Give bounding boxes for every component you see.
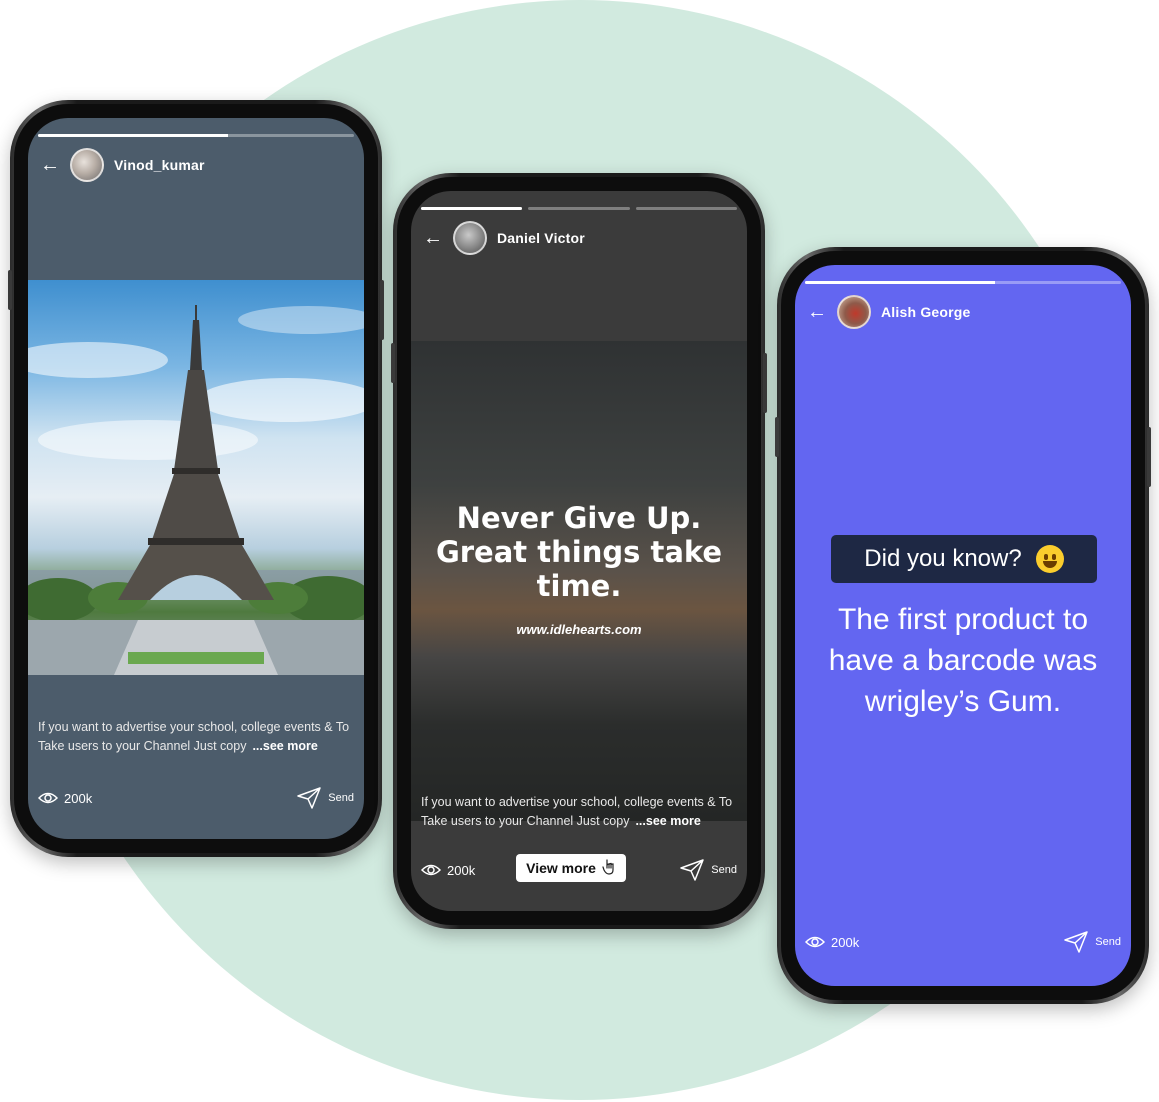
phone-story-2: ← Daniel Victor Never Give Up. Great thi… xyxy=(391,173,767,929)
story-footer: 200k Send xyxy=(805,930,1121,954)
did-you-know-badge: Did you know? xyxy=(831,535,1097,583)
eye-icon xyxy=(421,863,441,877)
story-progress-bar xyxy=(38,134,354,137)
views-label: 200k xyxy=(831,934,860,950)
avatar[interactable] xyxy=(837,295,871,329)
back-arrow-icon[interactable]: ← xyxy=(807,302,827,322)
story-header: ← Vinod_kumar xyxy=(40,148,205,182)
see-more-link[interactable]: ...see more xyxy=(635,814,700,828)
fact-text: The first product to have a barcode was … xyxy=(828,603,1098,718)
send-label: Send xyxy=(711,864,737,876)
progress-segment xyxy=(805,281,1121,284)
story-screen-1[interactable]: ← Vinod_kumar If you want to advertise y… xyxy=(28,118,364,839)
avatar[interactable] xyxy=(453,221,487,255)
views-label: 200k xyxy=(447,862,476,878)
story-footer: 200k Send xyxy=(38,786,354,810)
eye-icon xyxy=(805,935,825,949)
eiffel-tower-photo xyxy=(28,280,364,675)
view-more-label: View more xyxy=(526,860,596,876)
phone-story-1: ← Vinod_kumar If you want to advertise y… xyxy=(8,100,384,857)
eiffel-tower-illustration xyxy=(28,305,364,675)
grinning-emoji-icon xyxy=(1035,545,1064,573)
username[interactable]: Vinod_kumar xyxy=(114,157,205,173)
send-button[interactable]: Send xyxy=(1063,930,1121,954)
progress-segment xyxy=(635,207,737,210)
volume-button xyxy=(8,270,12,310)
story-progress-bar xyxy=(421,207,737,210)
story-caption: If you want to advertise your school, co… xyxy=(38,718,354,756)
back-arrow-icon[interactable]: ← xyxy=(40,155,60,175)
story-progress-bar xyxy=(805,281,1121,284)
story-header: ← Alish George xyxy=(807,295,971,329)
username[interactable]: Daniel Victor xyxy=(497,230,585,246)
views-count: 200k xyxy=(421,863,475,878)
story-screen-3[interactable]: ← Alish George Did you know? The first p… xyxy=(795,265,1131,986)
send-icon xyxy=(296,786,322,810)
badge-label: Did you know? xyxy=(864,545,1022,572)
views-count: 200k xyxy=(38,791,92,806)
avatar[interactable] xyxy=(70,148,104,182)
story-caption: If you want to advertise your school, co… xyxy=(421,793,737,831)
send-button[interactable]: Send xyxy=(296,786,354,810)
power-button xyxy=(380,280,384,340)
send-icon xyxy=(679,858,705,882)
progress-segment xyxy=(421,207,523,210)
send-icon xyxy=(1063,930,1089,954)
story-header: ← Daniel Victor xyxy=(423,221,585,255)
volume-button xyxy=(391,343,395,383)
quote-text: Never Give Up. Great things take time. xyxy=(435,501,723,603)
send-label: Send xyxy=(328,792,354,804)
power-button xyxy=(763,353,767,413)
send-button[interactable]: Send xyxy=(679,858,737,882)
hand-pointer-icon xyxy=(602,858,616,879)
phone-story-3: ← Alish George Did you know? The first p… xyxy=(775,247,1151,1004)
back-arrow-icon[interactable]: ← xyxy=(423,228,443,248)
send-label: Send xyxy=(1095,936,1121,948)
volume-button xyxy=(775,417,779,457)
progress-segment xyxy=(38,134,354,137)
story-screen-2[interactable]: ← Daniel Victor Never Give Up. Great thi… xyxy=(411,191,747,911)
power-button xyxy=(1147,427,1151,487)
see-more-link[interactable]: ...see more xyxy=(252,739,317,753)
username[interactable]: Alish George xyxy=(881,304,971,320)
watermark: www.idlehearts.com xyxy=(516,622,642,637)
views-label: 200k xyxy=(64,790,93,806)
view-more-button[interactable]: View more xyxy=(516,854,626,882)
views-count: 200k xyxy=(805,935,859,950)
eye-icon xyxy=(38,791,58,805)
progress-segment xyxy=(528,207,630,210)
